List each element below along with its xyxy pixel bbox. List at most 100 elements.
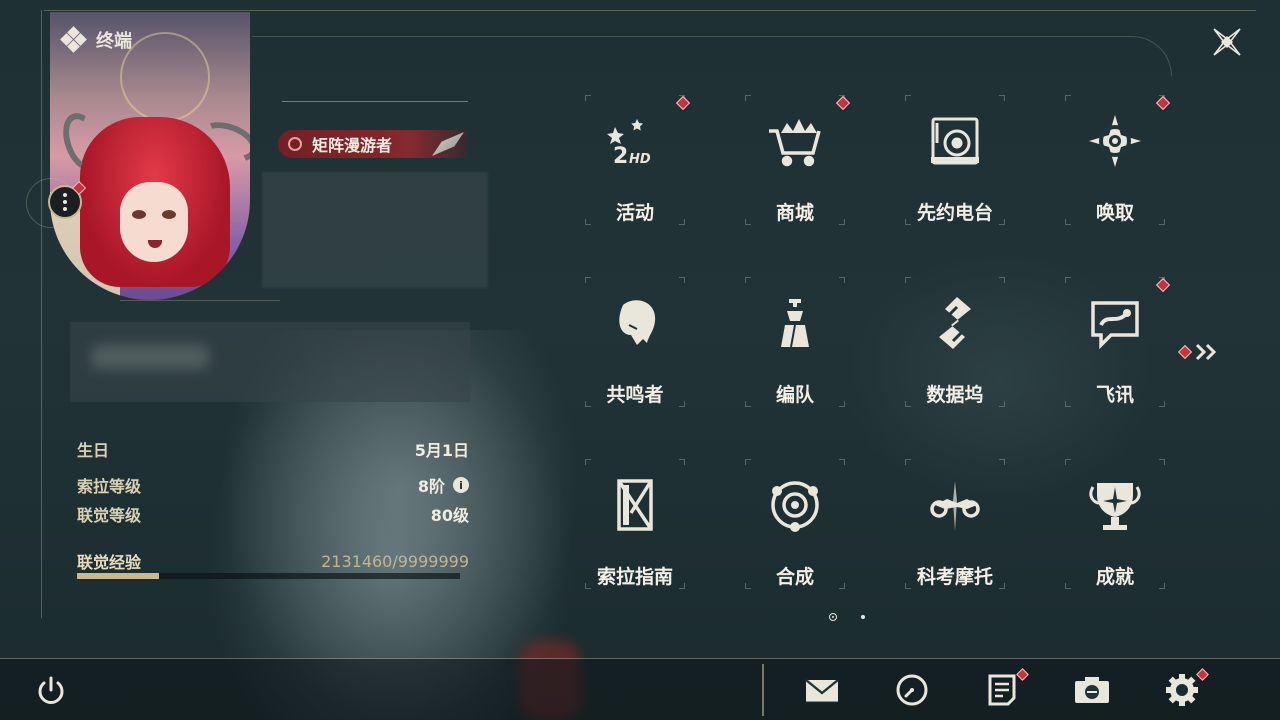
menu-tile-label: 唤取 (1095, 202, 1134, 224)
menu-tile-label: 商城 (775, 202, 814, 224)
portrait-face (120, 182, 188, 262)
title-emblem-icon (288, 137, 302, 151)
menu-tile-message-bubble[interactable]: 飞讯 (1065, 277, 1171, 407)
signature-panel-blurred (70, 322, 470, 402)
next-page-button[interactable] (1177, 340, 1224, 364)
camera-button[interactable] (1073, 672, 1111, 708)
page-title-text: 终端 (96, 31, 132, 52)
frame-line-top (44, 10, 1256, 11)
radio-turntable-icon (925, 111, 985, 171)
tile-corner (679, 277, 685, 283)
feather-icon (432, 132, 464, 156)
stat-label: 索拉等级 (77, 477, 142, 496)
frame-line-left (41, 10, 42, 618)
stat-label: 联觉经验 (77, 553, 142, 572)
notes-button[interactable] (983, 668, 1029, 708)
svg-text:HD: HD (629, 152, 651, 167)
stat-union-exp: 联觉经验 2131460/9999999 (77, 549, 469, 573)
menu-tile-team-chess[interactable]: 编队 (745, 277, 845, 407)
menu-tile-data-dock[interactable]: 数据坞 (905, 277, 1005, 407)
stat-birthday: 生日 5月1日 (77, 437, 469, 461)
tile-corner (745, 459, 751, 465)
tile-corner (839, 277, 845, 283)
settings-button[interactable] (1163, 668, 1209, 708)
divider (282, 101, 468, 102)
tile-corner (1065, 277, 1071, 283)
tile-corner (999, 459, 1005, 465)
frame-line-inner (252, 36, 1172, 76)
menu-tile-motorcycle[interactable]: 科考摩托 (905, 459, 1005, 589)
activity-2hd-icon: 2 HD (605, 111, 665, 171)
close-x-icon (1213, 28, 1241, 56)
menu-tile-label: 活动 (615, 202, 654, 224)
achievement-trophy-icon (1085, 475, 1145, 535)
tile-corner (905, 277, 911, 283)
frame-line-bottom (0, 658, 1280, 659)
convene-compass-icon (1085, 111, 1145, 171)
stat-label: 联觉等级 (77, 506, 142, 525)
stat-union-level: 联觉等级 80级 (77, 502, 469, 526)
menu-tile-convene-compass[interactable]: 唤取 (1065, 95, 1171, 225)
tile-corner (585, 95, 591, 101)
message-bubble-icon (1085, 293, 1145, 353)
menu-tile-resonator-head[interactable]: 共鸣者 (585, 277, 685, 407)
notes-icon (988, 674, 1016, 706)
stat-sol-rank: 索拉等级 8阶 i (77, 473, 469, 497)
tile-corner (1065, 95, 1071, 101)
page-title: 终端 (60, 26, 132, 53)
diamond-grid-icon (60, 26, 87, 53)
team-chess-icon (765, 293, 825, 353)
mail-icon (805, 679, 839, 703)
mail-button[interactable] (803, 672, 841, 708)
tile-corner (1159, 459, 1165, 465)
menu-tile-label: 编队 (775, 384, 814, 406)
info-icon[interactable]: i (453, 477, 469, 493)
double-chevron-right-icon (1195, 343, 1217, 361)
menu-tile-shop-cart[interactable]: 商城 (745, 95, 851, 225)
player-info-panel-blurred (262, 172, 488, 288)
close-button[interactable] (1210, 25, 1244, 59)
menu-tile-label: 成就 (1095, 566, 1134, 588)
dot-icon (63, 193, 67, 197)
camera-icon (1075, 677, 1109, 703)
tile-corner (905, 95, 911, 101)
tile-corner (839, 459, 845, 465)
tile-corner (585, 459, 591, 465)
stat-value-group: 8阶 i (418, 473, 469, 497)
data-dock-icon (925, 293, 985, 353)
portrait-halo (120, 32, 210, 122)
clock-button[interactable] (893, 672, 931, 708)
avatar-portrait[interactable] (50, 12, 250, 300)
tile-corner (905, 459, 911, 465)
stat-value: 80级 (430, 506, 469, 525)
synthesis-orbit-icon (765, 475, 825, 535)
stat-value: 8阶 (417, 477, 445, 496)
power-button[interactable] (34, 674, 68, 708)
menu-tile-label: 科考摩托 (916, 566, 993, 588)
stat-value: 2131460/9999999 (321, 551, 469, 571)
tile-corner (999, 95, 1005, 101)
motorcycle-icon (925, 475, 985, 535)
divider (120, 300, 280, 301)
menu-tile-activity-2hd[interactable]: 2 HD 活动 (585, 95, 691, 225)
menu-tile-guide-book[interactable]: 索拉指南 (585, 459, 685, 589)
tile-corner (585, 277, 591, 283)
guide-book-icon (605, 475, 665, 535)
page-indicator[interactable] (861, 615, 865, 619)
gear-icon (1166, 674, 1198, 706)
menu-tile-radio-turntable[interactable]: 先约电台 (905, 95, 1005, 225)
tile-corner (679, 459, 685, 465)
tile-corner (745, 277, 751, 283)
page-indicator-active[interactable] (829, 613, 837, 621)
tile-corner (1065, 459, 1071, 465)
footer-divider (762, 664, 764, 716)
tile-corner (999, 277, 1005, 283)
dot-icon (63, 207, 67, 211)
menu-tile-synthesis-orbit[interactable]: 合成 (745, 459, 845, 589)
tile-corner (745, 95, 751, 101)
exp-progress-bar (77, 573, 460, 579)
title-badge[interactable]: 矩阵漫游者 (278, 130, 468, 158)
menu-tile-achievement-trophy[interactable]: 成就 (1065, 459, 1165, 589)
menu-tile-label: 数据坞 (926, 384, 984, 406)
menu-tile-label: 飞讯 (1095, 384, 1134, 406)
